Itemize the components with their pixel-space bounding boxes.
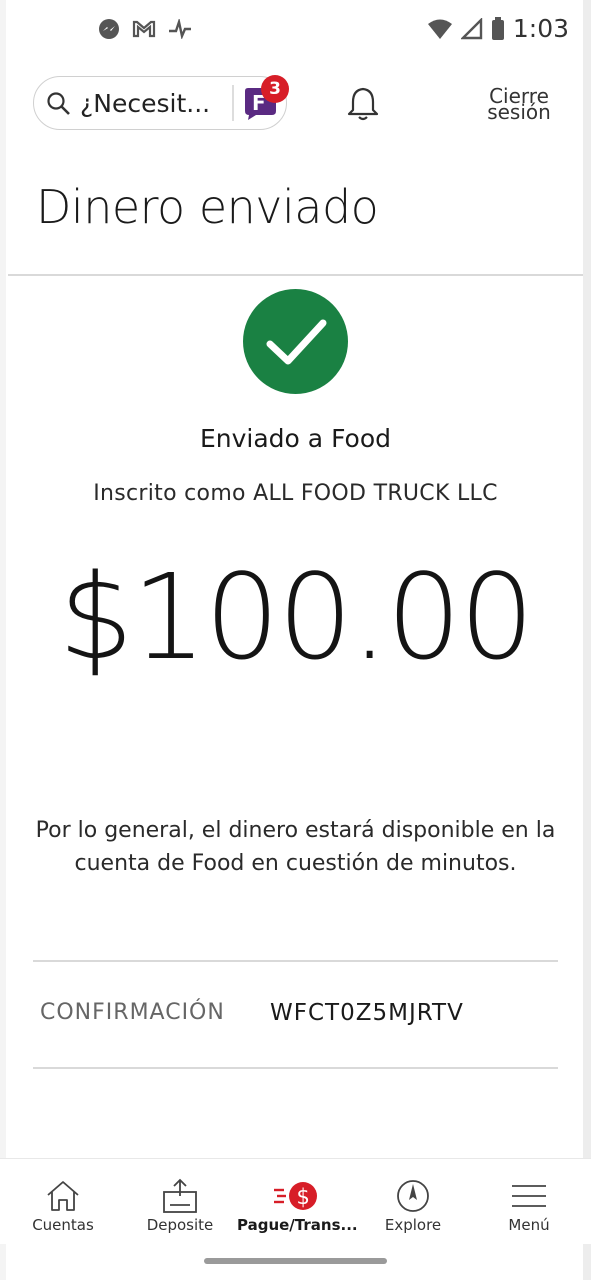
nav-item-menu[interactable]: Menú [470, 1159, 588, 1245]
deposit-icon [163, 1178, 197, 1213]
nav-label-menu: Menú [508, 1216, 550, 1234]
bell-icon[interactable] [346, 86, 380, 122]
pay-transfer-icon: $ [274, 1182, 317, 1210]
nav-label-deposite: Deposite [146, 1216, 214, 1234]
search-input[interactable]: ¿Necesit... F 3 [33, 75, 289, 130]
confirmation-divider-top [33, 960, 558, 962]
confirmation-label: CONFIRMACIÓN [40, 1000, 225, 1025]
success-check-icon [243, 289, 348, 394]
signout-label-line2: sesión [487, 100, 551, 124]
bottom-nav: Cuentas Deposite $ Pague/Trans... Explor… [0, 1158, 591, 1244]
status-system-icons: 1:03 [427, 14, 569, 43]
nav-item-cuentas[interactable]: Cuentas [4, 1159, 122, 1245]
svg-text:$: $ [297, 1185, 310, 1209]
confirmation-number: WFCT0Z5MJRTV [270, 1000, 464, 1026]
recipient-enrolled-name: Inscrito como ALL FOOD TRUCK LLC [93, 481, 498, 506]
search-divider [232, 85, 234, 121]
availability-note: Por lo general, el dinero estará disponi… [35, 818, 556, 876]
signout-button[interactable]: Cierre sesión [479, 86, 559, 124]
search-placeholder: ¿Necesit... [80, 89, 211, 118]
sent-amount: $100.00 [58, 548, 535, 686]
status-bar: 1:03 [0, 0, 591, 62]
hamburger-menu-icon [512, 1185, 546, 1207]
search-icon [47, 92, 70, 115]
messenger-icon [99, 19, 119, 39]
page-title: Dinero enviado [36, 180, 379, 234]
nav-label-pague-trans: Pague/Trans... [237, 1216, 358, 1234]
header-divider [8, 274, 583, 276]
gmail-icon [132, 20, 156, 38]
compass-icon [397, 1180, 429, 1212]
wifi-icon [427, 19, 452, 39]
status-notification-icons [98, 18, 192, 40]
confirmation-divider-bottom [33, 1067, 558, 1069]
battery-icon [491, 16, 504, 40]
nav-label-cuentas: Cuentas [32, 1216, 94, 1234]
nav-item-deposite[interactable]: Deposite [121, 1159, 239, 1245]
sent-to-recipient: Enviado a Food [199, 424, 392, 453]
app-header: ¿Necesit... F 3 Cierre sesión [0, 62, 591, 146]
notification-count-badge: 3 [261, 75, 289, 103]
cell-signal-icon [460, 17, 483, 39]
nav-item-explore[interactable]: Explore [354, 1159, 472, 1245]
activity-icon [169, 19, 191, 39]
home-indicator-bar[interactable] [204, 1258, 387, 1264]
nav-item-pague-trans[interactable]: $ Pague/Trans... [237, 1159, 358, 1245]
home-icon [47, 1181, 79, 1211]
status-clock: 1:03 [512, 14, 569, 43]
nav-label-explore: Explore [384, 1216, 442, 1234]
